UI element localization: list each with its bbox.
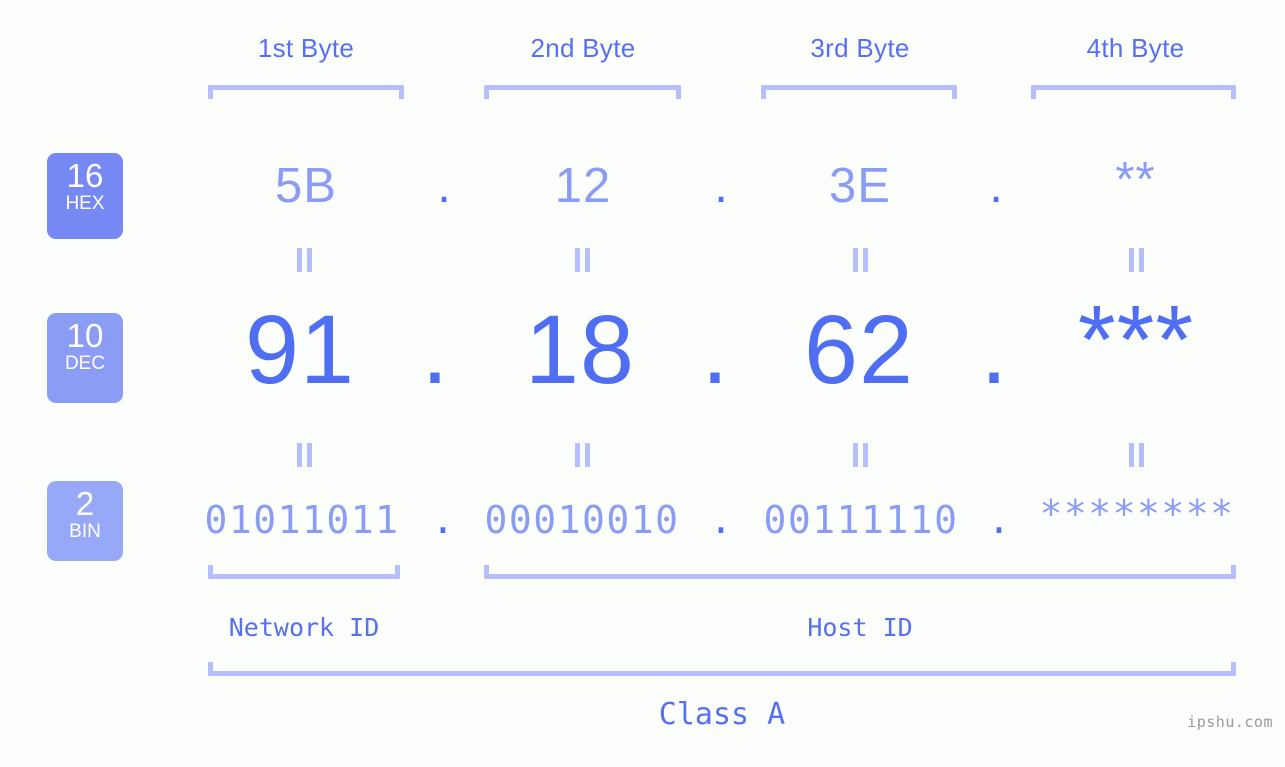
hex-byte-1: 5B [275, 159, 337, 213]
base-badge-hex-abbr: HEX [65, 193, 105, 214]
base-badge-hex[interactable]: 16 HEX [47, 153, 123, 239]
hex-byte-4: ** [1115, 153, 1156, 207]
base-badge-bin[interactable]: 2 BIN [47, 481, 123, 561]
byte-header-4: 4th Byte [1086, 33, 1185, 63]
equals-mark-dec-bin-3 [850, 443, 872, 467]
byte-bracket-top-2 [484, 85, 681, 99]
base-badge-bin-abbr: BIN [69, 521, 101, 542]
byte-header-1: 1st Byte [257, 33, 355, 63]
network-id-label: Network ID [228, 613, 380, 642]
dec-separator-2: . [701, 295, 729, 404]
byte-header-3: 3rd Byte [810, 33, 910, 63]
byte-bracket-top-4 [1031, 85, 1236, 99]
equals-mark-dec-bin-2 [572, 443, 594, 467]
bin-byte-4: ******** [1039, 492, 1235, 536]
dec-separator-3: . [980, 295, 1008, 404]
equals-mark-hex-dec-2 [572, 248, 594, 272]
bin-byte-2: 00010010 [484, 498, 680, 542]
base-badge-dec-number: 10 [66, 317, 104, 354]
base-badge-dec-abbr: DEC [64, 353, 106, 374]
equals-mark-hex-dec-4 [1126, 248, 1148, 272]
hex-separator-2: . [714, 159, 728, 213]
hex-byte-3: 3E [829, 159, 891, 213]
bin-separator-1: . [431, 498, 455, 542]
hex-separator-3: . [989, 159, 1003, 213]
base-badge-bin-number: 2 [75, 485, 95, 522]
equals-mark-hex-dec-1 [294, 248, 316, 272]
bin-byte-1: 01011011 [204, 498, 400, 542]
host-id-label: Host ID [807, 613, 913, 642]
dec-byte-2: 18 [525, 295, 635, 404]
bin-separator-3: . [987, 498, 1011, 542]
byte-header-2: 2nd Byte [530, 33, 636, 63]
base-badge-dec[interactable]: 10 DEC [47, 313, 123, 403]
dec-byte-1: 91 [245, 295, 355, 404]
class-bracket [208, 662, 1236, 676]
dec-byte-4: *** [1077, 285, 1195, 394]
ip-address-breakdown-diagram: 1st Byte 2nd Byte 3rd Byte 4th Byte 16 H… [0, 0, 1285, 767]
byte-bracket-top-1 [208, 85, 404, 99]
network-id-bracket [208, 565, 400, 579]
equals-mark-dec-bin-1 [294, 443, 316, 467]
equals-mark-dec-bin-4 [1126, 443, 1148, 467]
host-id-bracket [484, 565, 1236, 579]
watermark: ipshu.com [1187, 713, 1273, 731]
bin-separator-2: . [709, 498, 733, 542]
dec-byte-3: 62 [804, 295, 914, 404]
base-badge-hex-number: 16 [66, 157, 104, 194]
byte-bracket-top-3 [761, 85, 957, 99]
equals-mark-hex-dec-3 [850, 248, 872, 272]
hex-byte-2: 12 [554, 159, 612, 213]
class-label: Class A [658, 697, 786, 732]
bin-byte-3: 00111110 [763, 498, 959, 542]
dec-separator-1: . [421, 295, 449, 404]
hex-separator-1: . [437, 159, 451, 213]
